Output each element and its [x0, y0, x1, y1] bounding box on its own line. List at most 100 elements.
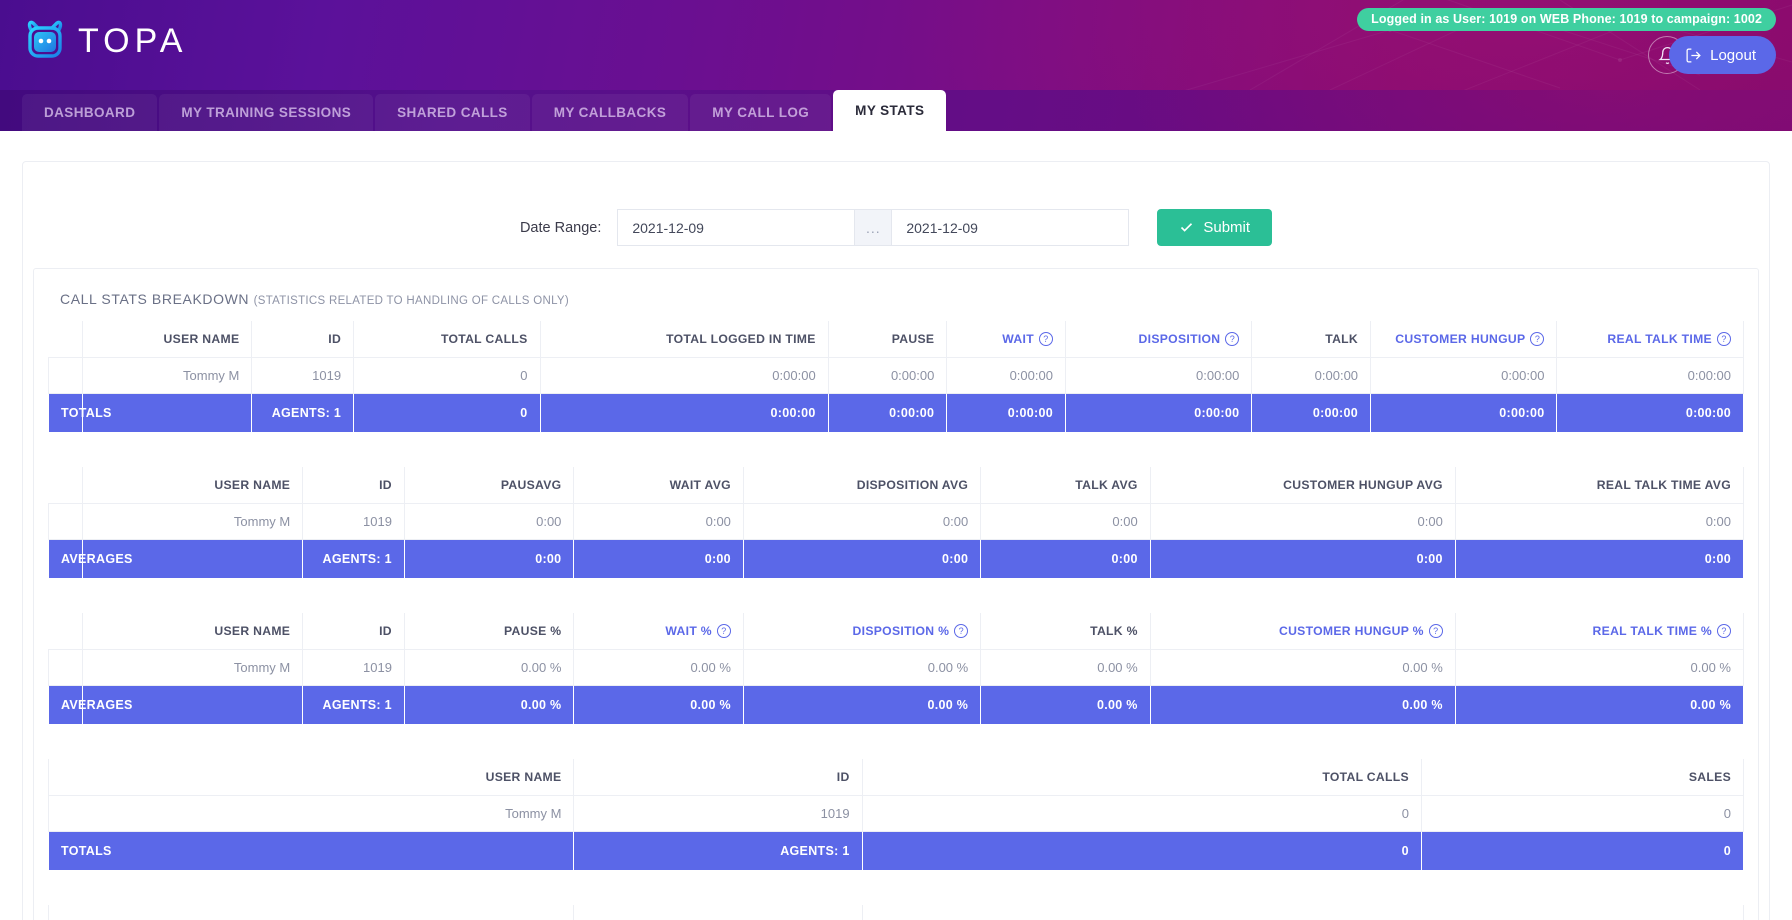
table-cell [48, 503, 83, 540]
total-cell: AVERAGES [48, 539, 132, 579]
total-cell: 0:00 [742, 539, 982, 579]
total-cell: 0:00 [403, 539, 575, 579]
date-range-filter: Date Range: ... Submit [23, 209, 1769, 246]
table-cell: 1019 [251, 357, 355, 394]
logout-button[interactable]: Logout [1669, 36, 1776, 74]
table-cell: 1019 [302, 503, 405, 540]
help-icon[interactable]: ? [716, 624, 731, 638]
table-cell: 1019 [302, 649, 405, 686]
table-cell: Tommy M [81, 503, 304, 540]
table-cell: 0:00 [980, 503, 1151, 540]
percent-header-user-name: USER NAME [81, 613, 304, 650]
sales-header-total-calls: TOTAL CALLS [861, 759, 1422, 796]
app-header: TOPA Logged in as User: 1019 on WEB Phon… [0, 0, 1792, 90]
totals-table: USER NAME ID TOTAL CALLS TOTAL LOGGED IN TI… [48, 321, 1744, 433]
table-cell: Tommy M [81, 357, 253, 394]
help-icon[interactable]: ? [954, 624, 969, 638]
percent-header-customer-hungup[interactable]: CUSTOMER HUNGUP %? [1149, 613, 1456, 650]
table-cell: 0:00:00 [827, 357, 948, 394]
percent-header-disposition[interactable]: DISPOSITION %? [742, 613, 982, 650]
sales-header-user-name: USER NAME [47, 759, 575, 796]
table-cell: 0.00 % [742, 649, 982, 686]
averages-header-disposition-avg: DISPOSITION AVG [742, 467, 982, 504]
table-cell: 0:00 [573, 503, 744, 540]
totals-header-pause: PAUSE [827, 321, 948, 358]
help-icon[interactable]: ? [1225, 332, 1240, 346]
table-cell: 0.00 % [403, 649, 575, 686]
help-icon[interactable]: ? [1038, 332, 1053, 346]
tab-dashboard[interactable]: DASHBOARD [22, 94, 158, 131]
date-range-label: Date Range: [519, 219, 602, 236]
brand-logo[interactable]: TOPA [22, 18, 187, 64]
tab-shared-calls[interactable]: SHARED CALLS [375, 94, 530, 131]
table-header-row [47, 905, 1745, 920]
totals-header-disposition[interactable]: DISPOSITION? [1064, 321, 1253, 358]
total-cell: 0:00 [1454, 539, 1745, 579]
table-cell: 0.00 % [1149, 649, 1456, 686]
table-cell: 0:00:00 [1251, 357, 1372, 394]
totals-header-user-name: USER NAME [81, 321, 253, 358]
total-cell: 0:00:00 [827, 393, 948, 433]
averages-table: USER NAME ID PAUSAVG WAIT AVG DISPOSITION AV… [48, 467, 1745, 579]
logout-label: Logout [1710, 46, 1756, 64]
table-cell: 0:00:00 [1556, 357, 1744, 394]
totals-header-wait[interactable]: WAIT? [946, 321, 1066, 358]
help-icon[interactable]: ? [1428, 624, 1443, 638]
date-from-input[interactable] [617, 209, 856, 246]
help-icon[interactable]: ? [1530, 332, 1545, 346]
table-cell: 1019 [573, 795, 863, 832]
tab-my-callbacks[interactable]: MY CALLBACKS [531, 94, 689, 131]
table-cell [48, 357, 83, 394]
help-icon[interactable]: ? [1717, 332, 1731, 346]
total-cell: 0.00 % [1149, 685, 1456, 725]
tab-my-training-sessions[interactable]: MY TRAINING SESSIONS [159, 94, 374, 131]
main-tabbar: DASHBOARD MY TRAINING SESSIONS SHARED CA… [0, 90, 1792, 131]
total-cell: TOTALS [48, 393, 111, 433]
percent-header-wait[interactable]: WAIT %? [573, 613, 744, 650]
percent-header-real-talk-time[interactable]: REAL TALK TIME %? [1454, 613, 1745, 650]
table-cell [48, 649, 83, 686]
sales-table: USER NAME ID TOTAL CALLS SALES Tommy M 1019 0… [47, 759, 1745, 871]
averages-header-real-talk-time-avg: REAL TALK TIME AVG [1454, 467, 1745, 504]
percent-total-row: AVERAGES AGENTS: 10.00 %0.00 %0.00 %0.00… [48, 685, 1745, 725]
total-cell: 0.00 % [403, 685, 575, 725]
partial-header-cell-2 [573, 905, 863, 920]
averages-total-row: AVERAGES AGENTS: 10:000:000:000:000:000:… [48, 539, 1745, 579]
total-cell: 0:00 [573, 539, 744, 579]
brand-name: TOPA [78, 22, 188, 60]
total-cell: 0:00:00 [539, 393, 829, 433]
help-icon[interactable]: ? [1717, 624, 1731, 638]
table-cell: 0:00 [742, 503, 982, 540]
submit-button[interactable]: Submit [1157, 209, 1273, 246]
panel-title: CALL STATS BREAKDOWN (STATISTICS RELATED… [60, 291, 1744, 307]
table-cell: Tommy M [81, 649, 304, 686]
panel-title-text: CALL STATS BREAKDOWN [60, 291, 250, 307]
date-range-separator: ... [855, 209, 892, 246]
tab-my-stats[interactable]: MY STATS [833, 90, 947, 131]
averages-header-user-name: USER NAME [81, 467, 304, 504]
totals-total-row: TOTALS AGENTS: 1 0 0:00:00 0:00:00 0:00:00 0:… [48, 393, 1744, 433]
total-cell: AVERAGES [48, 685, 132, 725]
total-cell: TOTALS [47, 831, 575, 871]
partial-header-cell-3 [861, 905, 1745, 920]
totals-header-real-talk-time[interactable]: REAL TALK TIME? [1556, 321, 1744, 358]
totals-header-customer-hungup[interactable]: CUSTOMER HUNGUP? [1370, 321, 1558, 358]
totals-header-total-logged-in-time: TOTAL LOGGED IN TIME [539, 321, 829, 358]
table-cell: 0.00 % [573, 649, 744, 686]
total-cell: 0.00 % [1454, 685, 1745, 725]
table-row: Tommy M 1019 0.00 % 0.00 % 0.00 % 0.00 % 0.00 … [48, 649, 1745, 686]
percent-header-talk: TALK % [980, 613, 1151, 650]
login-status-banner: Logged in as User: 1019 on WEB Phone: 10… [1357, 8, 1776, 31]
tab-my-call-log[interactable]: MY CALL LOG [690, 94, 832, 131]
submit-label: Submit [1203, 219, 1251, 236]
total-cell: 0.00 % [573, 685, 744, 725]
date-to-input[interactable] [891, 209, 1130, 246]
call-stats-breakdown-panel: CALL STATS BREAKDOWN (STATISTICS RELATED… [33, 268, 1759, 920]
content-card: Date Range: ... Submit CALL STATS BREAKD… [22, 161, 1770, 920]
table-cell: 0 [353, 357, 541, 394]
total-cell: 0:00:00 [1370, 393, 1558, 433]
totals-header-id: ID [251, 321, 355, 358]
check-icon [1181, 223, 1193, 232]
averages-header-pausavg: PAUSAVG [403, 467, 575, 504]
averages-header-customer-hungup-avg: CUSTOMER HUNGUP AVG [1149, 467, 1456, 504]
